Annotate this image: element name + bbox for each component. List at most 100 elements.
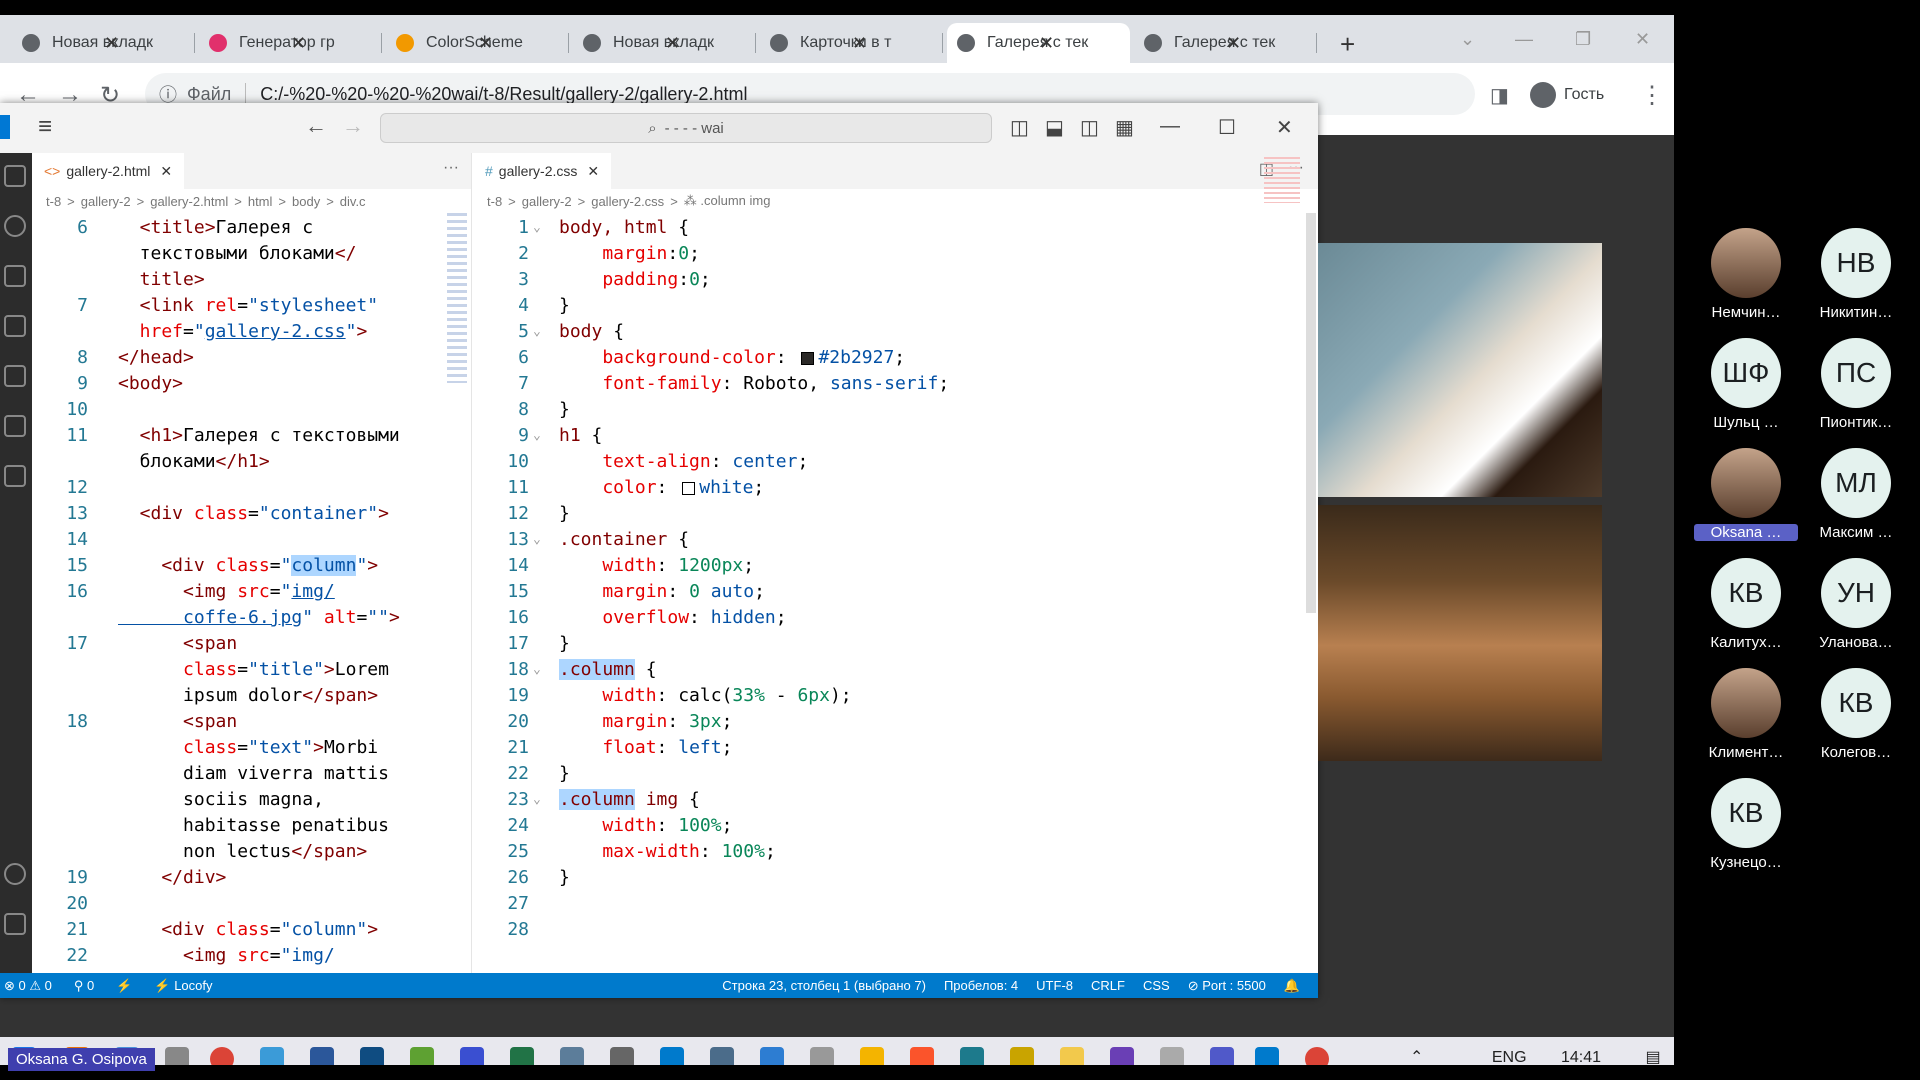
code-line[interactable]: 16 <img src="img/	[32, 579, 471, 605]
code-line[interactable]: 20 margin: 3px;	[473, 709, 1318, 735]
code-line[interactable]: 4}	[473, 293, 1318, 319]
customize-layout-icon[interactable]: ▦	[1115, 115, 1134, 140]
code-line[interactable]: 12	[32, 475, 471, 501]
fold-chevron-icon[interactable]: ⌄	[533, 787, 541, 813]
browser-tab[interactable]: Галерея с тек ✕	[947, 23, 1130, 63]
code-line[interactable]: 23 ⌄ .column img {	[473, 787, 1318, 813]
app-icon[interactable]	[710, 1047, 734, 1065]
breadcrumb-item[interactable]: gallery-2	[81, 194, 131, 209]
app-icon[interactable]	[460, 1047, 484, 1065]
chrome-icon[interactable]	[1305, 1047, 1329, 1065]
vscode-taskbar-icon[interactable]	[1255, 1047, 1279, 1065]
code-line[interactable]: 8 </head>	[32, 345, 471, 371]
code-line[interactable]: href="gallery-2.css">	[32, 319, 471, 345]
breadcrumb-item[interactable]: >	[67, 194, 75, 209]
toggle-secondary-sidebar-icon[interactable]: ◫	[1080, 115, 1099, 140]
code-line[interactable]: 10	[32, 397, 471, 423]
nav-forward-icon[interactable]: →	[342, 113, 364, 139]
app-icon[interactable]	[1110, 1047, 1134, 1065]
folder-icon[interactable]	[4, 465, 26, 487]
code-line[interactable]: 21 float: left;	[473, 735, 1318, 761]
fold-chevron-icon[interactable]: ⌄	[533, 527, 541, 553]
status-item[interactable]: ⊘ Port : 5500	[1188, 978, 1266, 994]
code-line[interactable]: 21 <div class="column">	[32, 917, 471, 943]
explorer-icon[interactable]	[4, 165, 26, 187]
minimize-icon[interactable]: —	[1515, 29, 1533, 50]
color-swatch[interactable]	[801, 351, 815, 365]
code-line[interactable]: 6 background-color: #2b2927;	[473, 345, 1318, 371]
code-line[interactable]: 17}	[473, 631, 1318, 657]
code-line[interactable]: 7 <link rel="stylesheet"	[32, 293, 471, 319]
code-line[interactable]: 17 <span	[32, 631, 471, 657]
breadcrumb-item[interactable]: >	[508, 194, 516, 209]
fold-chevron-icon[interactable]: ⌄	[533, 319, 541, 345]
vs-maximize-icon[interactable]: ☐	[1218, 115, 1236, 140]
code-line[interactable]: 15 margin: 0 auto;	[473, 579, 1318, 605]
code-line[interactable]: 9 <body>	[32, 371, 471, 397]
nav-back-icon[interactable]: ←	[305, 113, 327, 139]
minimap[interactable]	[1264, 157, 1300, 203]
code-line[interactable]: блоками</h1>	[32, 449, 471, 475]
address-text[interactable]: C:/-%20-%20-%20-%20wai/t-8/Result/galler…	[260, 84, 747, 105]
run-debug-icon[interactable]	[4, 315, 26, 337]
code-line[interactable]: diam viverra mattis	[32, 761, 471, 787]
tab-gallery-html[interactable]: <> gallery-2.html ✕	[32, 153, 185, 189]
breadcrumb-item[interactable]: >	[234, 194, 242, 209]
code-line[interactable]: 16 overflow: hidden;	[473, 605, 1318, 631]
breadcrumb-item[interactable]: >	[278, 194, 286, 209]
status-item[interactable]: ⚲ 0	[74, 978, 94, 994]
browser-tab[interactable]: Новая вкладк ✕	[573, 23, 756, 63]
participant-tile[interactable]: МЛ Максим …	[1804, 448, 1908, 541]
participant-tile[interactable]: Немчин…	[1694, 228, 1798, 321]
app-icon[interactable]	[410, 1047, 434, 1065]
extensions-icon[interactable]	[4, 365, 26, 387]
mail-icon[interactable]	[260, 1047, 284, 1065]
status-item[interactable]: Пробелов: 4	[944, 978, 1018, 994]
browser-tab[interactable]: Галерея с тек ✕	[1134, 23, 1317, 63]
toggle-primary-sidebar-icon[interactable]: ◫	[1010, 115, 1029, 140]
color-swatch[interactable]	[682, 481, 696, 495]
code-line[interactable]: 12}	[473, 501, 1318, 527]
breadcrumb-item[interactable]: html	[248, 194, 273, 209]
status-item[interactable]: ⚡ Locofy	[154, 978, 212, 994]
code-line[interactable]: 18 ⌄ .column {	[473, 657, 1318, 683]
code-line[interactable]: 3 padding:0;	[473, 267, 1318, 293]
vs-minimize-icon[interactable]: —	[1160, 115, 1180, 138]
breadcrumb-item[interactable]: t-8	[46, 194, 61, 209]
app-icon[interactable]	[760, 1047, 784, 1065]
code-line[interactable]: 18 <span	[32, 709, 471, 735]
menu-kebab-icon[interactable]: ⋮	[1640, 81, 1664, 110]
breadcrumb-item[interactable]: gallery-2	[522, 194, 572, 209]
participant-tile[interactable]: КВ Колегов…	[1804, 668, 1908, 761]
breadcrumb-item[interactable]: >	[670, 194, 678, 209]
participant-tile[interactable]: НВ Никитин…	[1804, 228, 1908, 321]
app-icon[interactable]	[1010, 1047, 1034, 1065]
app-icon[interactable]	[810, 1047, 834, 1065]
breadcrumb-item[interactable]: >	[137, 194, 145, 209]
participant-tile[interactable]: УН Уланова…	[1804, 558, 1908, 651]
status-item[interactable]: ⚡	[116, 978, 132, 994]
code-line[interactable]: 28	[473, 917, 1318, 943]
participant-tile[interactable]: ШФ Шульц …	[1694, 338, 1798, 431]
code-line[interactable]: 9 ⌄ h1 {	[473, 423, 1318, 449]
app-icon[interactable]	[165, 1047, 189, 1065]
status-item[interactable]: ⊗ 0 ⚠ 0	[4, 978, 52, 994]
code-line[interactable]: 14	[32, 527, 471, 553]
status-item[interactable]: UTF-8	[1036, 978, 1073, 994]
status-item[interactable]: CRLF	[1091, 978, 1125, 994]
breadcrumb-item[interactable]: div.c	[340, 194, 366, 209]
brave-icon[interactable]	[910, 1047, 934, 1065]
lang-indicator[interactable]: ENG	[1492, 1049, 1527, 1065]
tab-close-icon[interactable]: ✕	[852, 33, 867, 54]
code-line[interactable]: 8}	[473, 397, 1318, 423]
code-line[interactable]: 25 max-width: 100%;	[473, 839, 1318, 865]
more-actions-icon[interactable]: ···	[443, 159, 459, 177]
code-line[interactable]: 5 ⌄ body {	[473, 319, 1318, 345]
code-line[interactable]: title>	[32, 267, 471, 293]
notifications-icon[interactable]: ▤	[1645, 1049, 1660, 1065]
code-line[interactable]: non lectus</span>	[32, 839, 471, 865]
new-tab-button[interactable]: +	[1340, 29, 1355, 60]
clock[interactable]: 14:41	[1561, 1049, 1601, 1065]
code-line[interactable]: 7 font-family: Roboto, sans-serif;	[473, 371, 1318, 397]
search-view-icon[interactable]	[4, 215, 26, 237]
